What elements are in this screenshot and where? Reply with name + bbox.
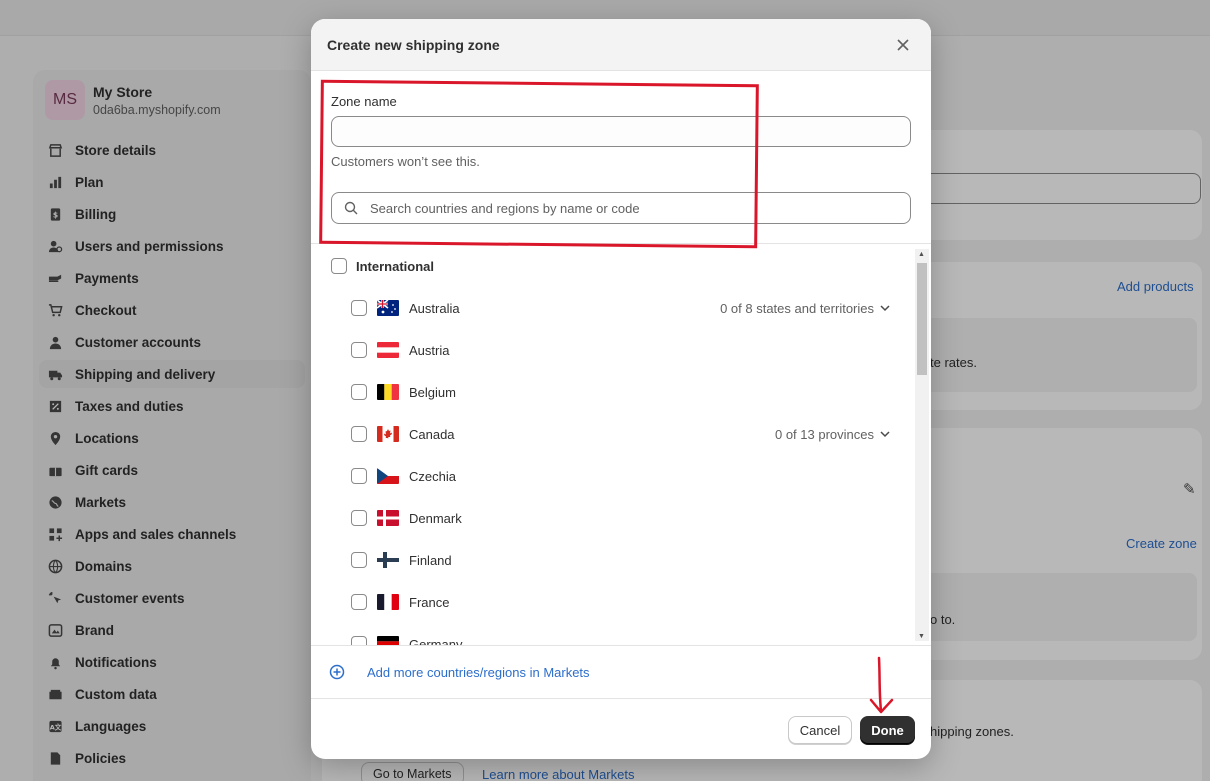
zone-name-input[interactable] [331, 116, 911, 147]
list-scrollbar[interactable]: ▲ ▼ [915, 249, 929, 641]
add-more-label: Add more countries/regions in Markets [367, 664, 590, 680]
country-name: Canada [409, 426, 455, 442]
list-item-australia[interactable]: Australia 0 of 8 states and territories [351, 287, 891, 329]
list-item-finland[interactable]: Finland [351, 539, 891, 581]
list-item-austria[interactable]: Austria [351, 329, 891, 371]
country-name: Australia [409, 300, 460, 316]
chevron-down-icon [880, 305, 890, 312]
country-name: France [409, 594, 450, 610]
germany-flag-icon [377, 636, 399, 645]
country-checkbox[interactable] [351, 636, 367, 645]
country-name: Germany [409, 636, 463, 646]
country-name: Denmark [409, 510, 462, 526]
zone-name-help-text: Customers won’t see this. [331, 154, 480, 169]
country-name: Finland [409, 552, 452, 568]
list-item-czechia[interactable]: Czechia [351, 455, 891, 497]
country-search[interactable] [331, 192, 911, 224]
austria-flag-icon [377, 342, 399, 358]
modal-footer: Cancel Done [311, 698, 931, 759]
search-input[interactable] [370, 200, 890, 216]
list-item-france[interactable]: France [351, 581, 891, 623]
region-count: 0 of 8 states and territories [720, 300, 874, 316]
modal-header: Create new shipping zone [311, 19, 931, 71]
denmark-flag-icon [377, 510, 399, 526]
canada-flag-icon [377, 426, 399, 442]
list-item-denmark[interactable]: Denmark [351, 497, 891, 539]
country-checkbox[interactable] [351, 342, 367, 358]
region-count-toggle[interactable]: 0 of 8 states and territories [720, 301, 891, 316]
done-button[interactable]: Done [860, 716, 915, 744]
country-checkbox[interactable] [351, 594, 367, 610]
country-checkbox[interactable] [351, 384, 367, 400]
country-name: Belgium [409, 384, 456, 400]
chevron-down-icon [880, 431, 890, 438]
country-list: International Australia 0 of 8 states an… [311, 245, 931, 645]
country-checkbox[interactable] [351, 300, 367, 316]
country-checkbox[interactable] [351, 510, 367, 526]
cancel-button[interactable]: Cancel [788, 716, 852, 744]
czechia-flag-icon [377, 468, 399, 484]
belgium-flag-icon [377, 384, 399, 400]
country-name: Austria [409, 342, 450, 358]
finland-flag-icon [377, 552, 399, 568]
scroll-thumb[interactable] [917, 263, 927, 375]
country-checkbox[interactable] [351, 468, 367, 484]
list-item-germany[interactable]: Germany [351, 623, 891, 645]
add-more-countries-link[interactable]: Add more countries/regions in Markets [311, 645, 931, 698]
list-item-canada[interactable]: Canada 0 of 13 provinces [351, 413, 891, 455]
country-name: Czechia [409, 468, 456, 484]
zone-name-label: Zone name [331, 94, 397, 109]
list-item-international[interactable]: International [331, 245, 931, 287]
country-checkbox[interactable] [351, 426, 367, 442]
close-button[interactable] [891, 33, 915, 57]
list-item-belgium[interactable]: Belgium [351, 371, 891, 413]
modal-title: Create new shipping zone [327, 36, 500, 53]
create-shipping-zone-modal: Create new shipping zone Zone name Custo… [311, 19, 931, 759]
country-checkbox[interactable] [351, 552, 367, 568]
international-checkbox[interactable] [331, 258, 347, 274]
region-count: 0 of 13 provinces [774, 426, 874, 442]
australia-flag-icon [377, 300, 399, 316]
scroll-up-arrow-icon[interactable]: ▲ [918, 251, 925, 258]
search-icon [344, 201, 358, 215]
region-count-toggle[interactable]: 0 of 13 provinces [775, 427, 891, 442]
france-flag-icon [377, 594, 399, 610]
plus-circle-icon [329, 664, 345, 680]
zone-form: Zone name Customers won’t see this. [311, 71, 931, 249]
close-icon [897, 38, 909, 51]
scroll-down-arrow-icon[interactable]: ▼ [918, 633, 925, 640]
international-label: International [356, 258, 435, 274]
